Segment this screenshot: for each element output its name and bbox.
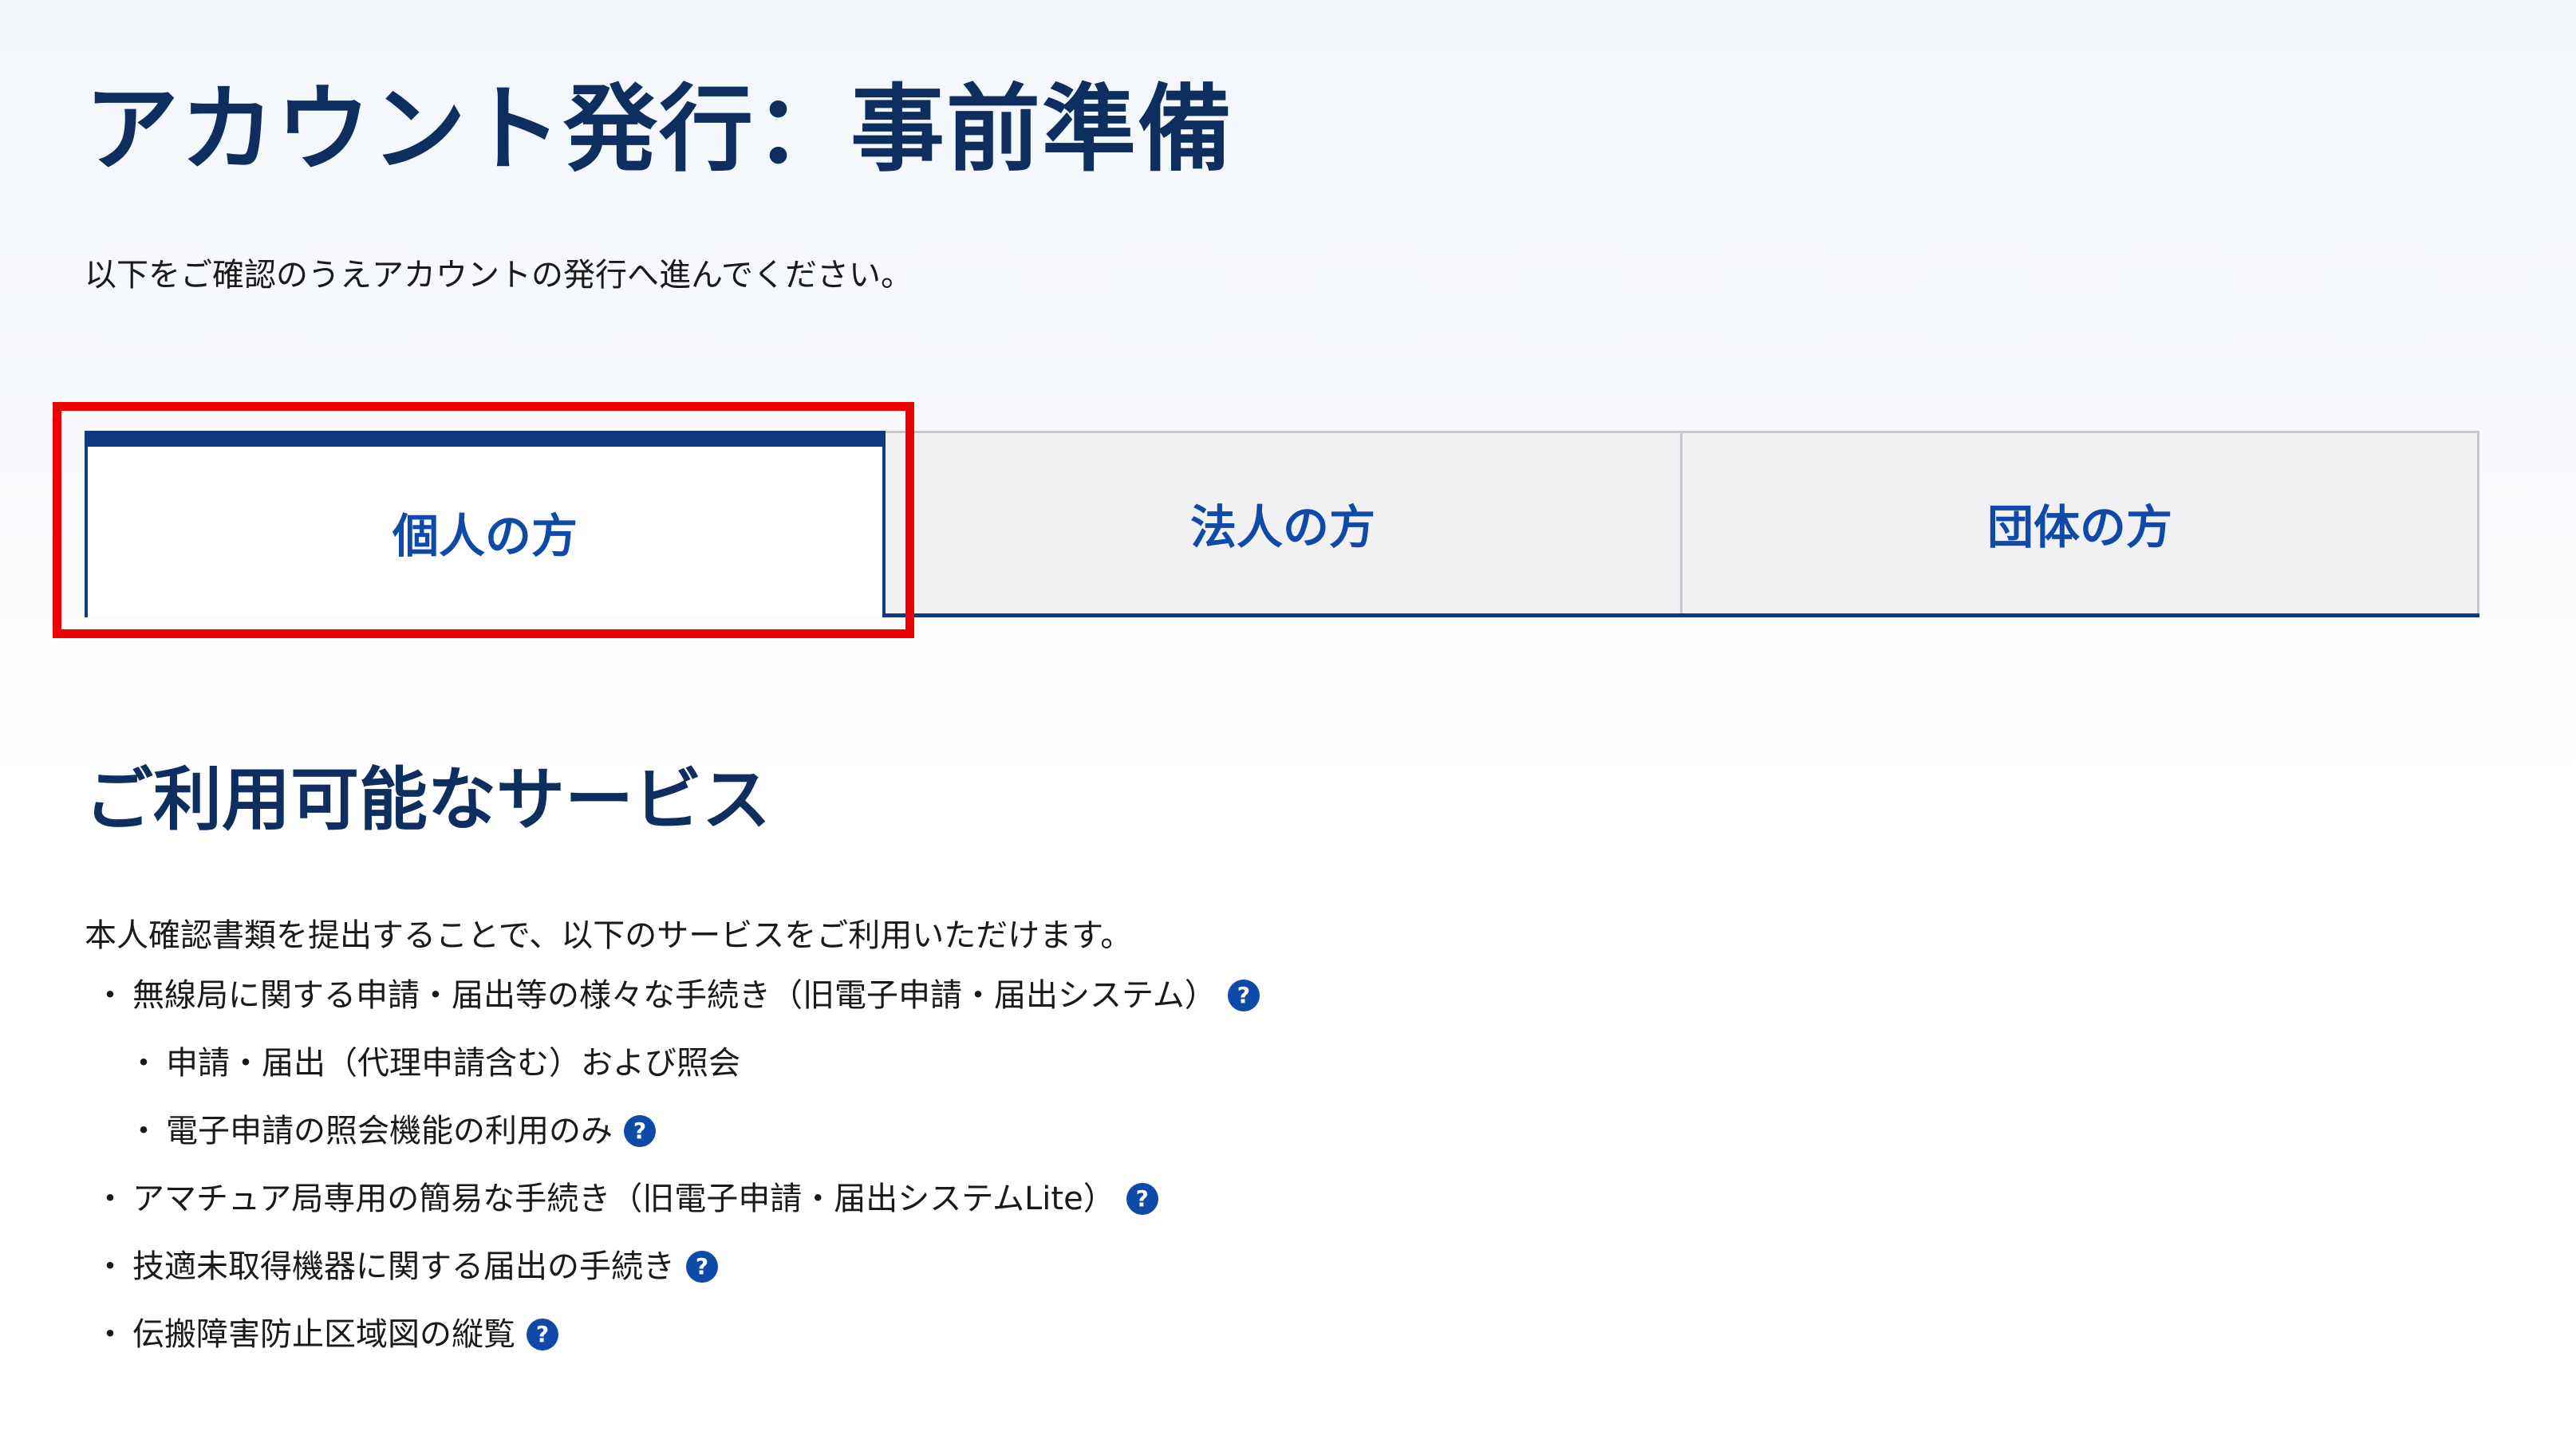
- service-list: ・ 無線局に関する申請・届出等の様々な手続き（旧電子申請・届出システム） ? ・…: [85, 975, 1260, 1382]
- tab-corporation[interactable]: 法人の方: [886, 431, 1682, 613]
- account-type-tabs: 個人の方 法人の方 団体の方: [85, 431, 2479, 617]
- bullet: ・: [94, 1181, 126, 1217]
- bullet: ・: [128, 1045, 160, 1082]
- tab-organization[interactable]: 団体の方: [1682, 431, 2479, 613]
- bullet: ・: [128, 1113, 160, 1149]
- service-item-label: 技適未取得機器に関する届出の手続き: [132, 1248, 675, 1285]
- page-title: アカウント発行：事前準備: [85, 74, 1234, 184]
- help-icon[interactable]: ?: [624, 1115, 656, 1147]
- list-item: ・ 伝搬障害防止区域図の縦覧 ?: [85, 1314, 1260, 1382]
- service-item-label: アマチュア局専用の簡易な手続き（旧電子申請・届出システムLite）: [132, 1181, 1115, 1217]
- bullet: ・: [94, 1248, 126, 1285]
- help-icon[interactable]: ?: [527, 1319, 558, 1350]
- service-item-label: 無線局に関する申請・届出等の様々な手続き（旧電子申請・届出システム）: [132, 977, 1217, 1014]
- section-title: ご利用可能なサービス: [85, 760, 771, 840]
- section-description: 本人確認書類を提出することで、以下のサービスをご利用いただけます。: [85, 917, 1133, 954]
- service-item-label: 電子申請の照会機能の利用のみ: [166, 1113, 613, 1149]
- help-icon[interactable]: ?: [686, 1251, 718, 1283]
- help-icon[interactable]: ?: [1227, 980, 1260, 1011]
- list-item: ・ 技適未取得機器に関する届出の手続き ?: [85, 1246, 1260, 1314]
- service-item-label: 申請・届出（代理申請含む）および照会: [166, 1045, 740, 1082]
- list-item: ・ 無線局に関する申請・届出等の様々な手続き（旧電子申請・届出システム） ?: [85, 975, 1260, 1043]
- bullet: ・: [94, 977, 126, 1014]
- list-item: ・ 申請・届出（代理申請含む）および照会: [85, 1043, 1260, 1110]
- help-icon[interactable]: ?: [1126, 1183, 1158, 1215]
- intro-text: 以下をご確認のうえアカウントの発行へ進んでください。: [85, 257, 913, 294]
- service-item-label: 伝搬障害防止区域図の縦覧: [132, 1316, 515, 1353]
- bullet: ・: [94, 1316, 126, 1353]
- list-item: ・ アマチュア局専用の簡易な手続き（旧電子申請・届出システムLite） ?: [85, 1178, 1260, 1246]
- list-item: ・ 電子申請の照会機能の利用のみ ?: [85, 1110, 1260, 1178]
- tab-individual[interactable]: 個人の方: [85, 431, 886, 617]
